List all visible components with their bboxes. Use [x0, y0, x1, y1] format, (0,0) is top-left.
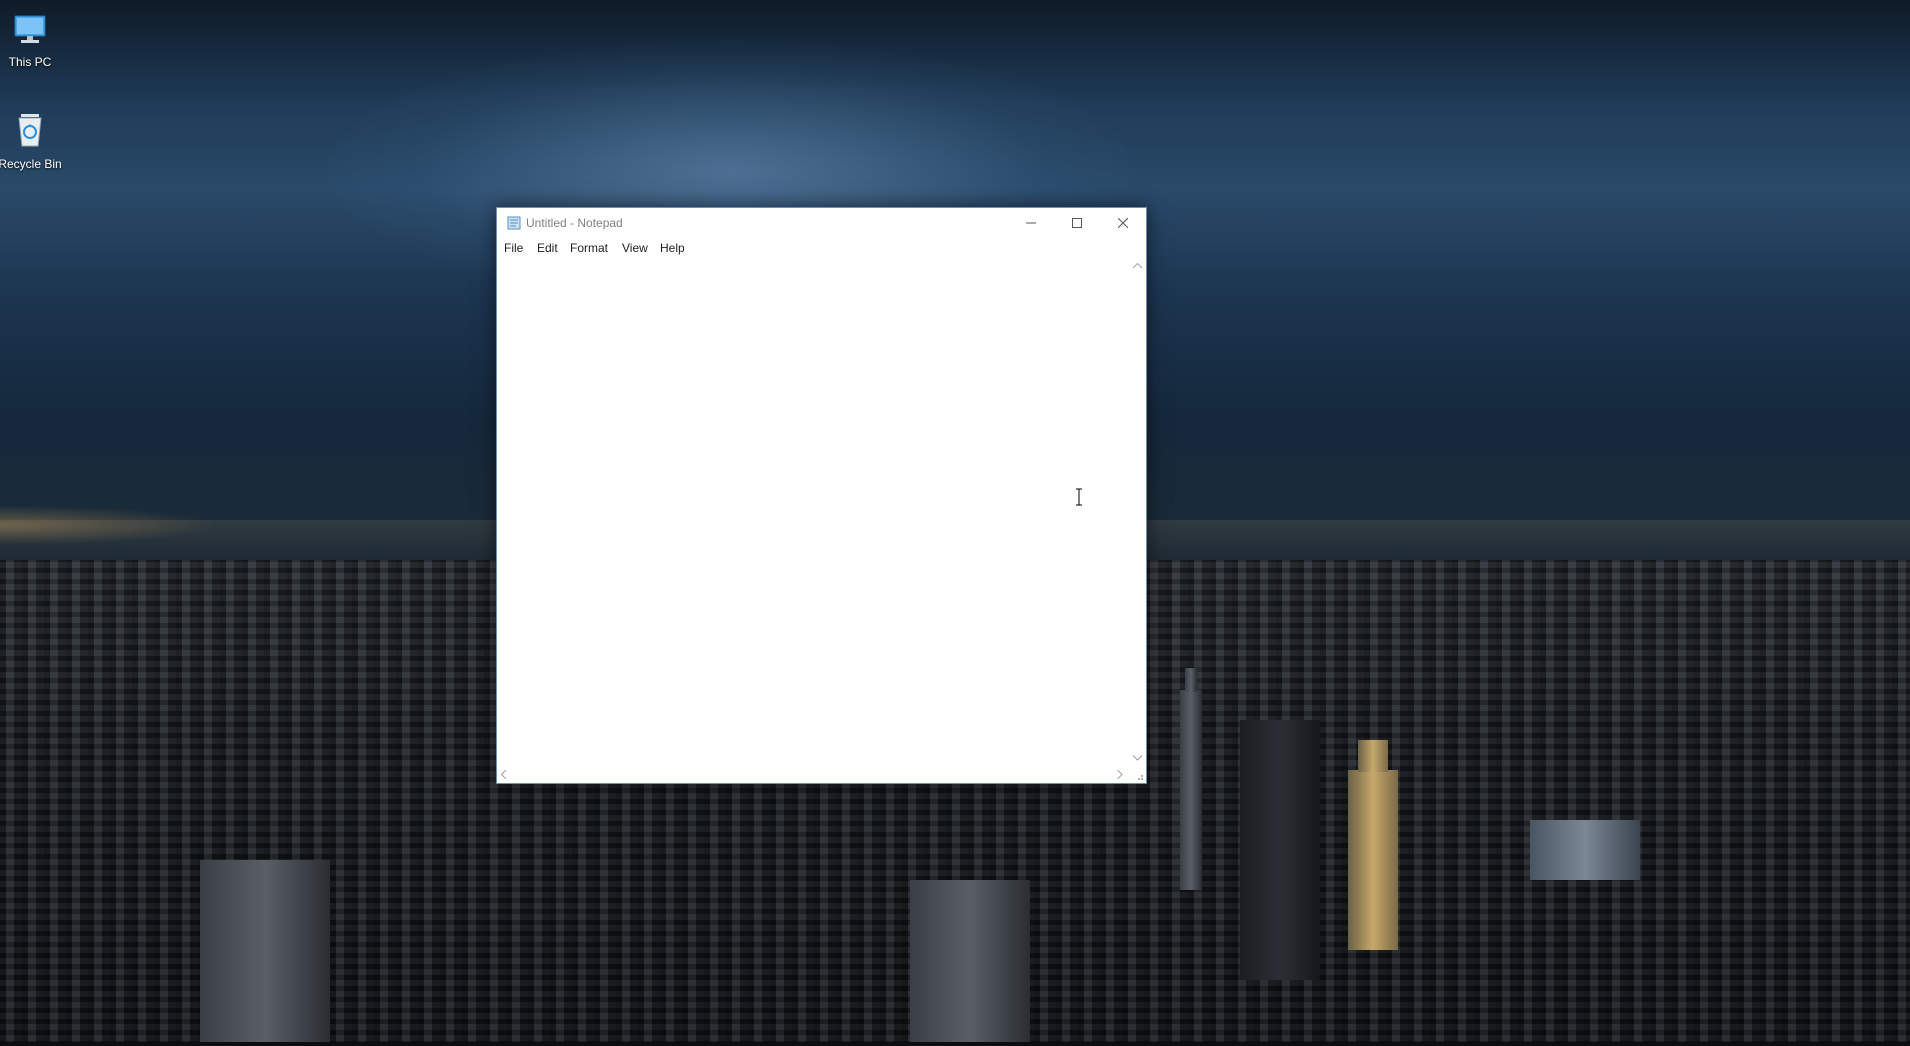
wallpaper-tower — [200, 860, 330, 1046]
computer-icon — [0, 12, 62, 51]
menu-file[interactable]: File — [501, 241, 526, 255]
wallpaper-tower — [1240, 720, 1320, 980]
taskbar-edge — [0, 1042, 1910, 1046]
text-editor[interactable] — [497, 258, 1129, 766]
scroll-down-icon[interactable] — [1132, 754, 1143, 763]
wallpaper-tower — [1185, 668, 1197, 692]
desktop-wallpaper: This PC Recycle Bin Untitled - Notepad F… — [0, 0, 1910, 1046]
menu-format[interactable]: Format — [567, 241, 611, 255]
notepad-app-icon — [507, 216, 521, 230]
minimize-button[interactable] — [1008, 208, 1054, 238]
window-title: Untitled - Notepad — [526, 216, 623, 230]
minimize-icon — [1026, 215, 1036, 231]
title-bar[interactable]: Untitled - Notepad — [497, 208, 1146, 238]
close-button[interactable] — [1100, 208, 1146, 238]
resize-grip[interactable] — [1129, 766, 1146, 783]
scroll-right-icon[interactable] — [1117, 769, 1123, 781]
menu-help[interactable]: Help — [657, 241, 688, 255]
wallpaper-tower — [1358, 740, 1388, 772]
wallpaper-horizon-glow — [0, 505, 220, 545]
close-icon — [1117, 215, 1129, 231]
menu-view[interactable]: View — [619, 241, 651, 255]
vertical-scrollbar[interactable] — [1129, 258, 1146, 766]
maximize-button[interactable] — [1054, 208, 1100, 238]
resize-grip-icon — [1138, 775, 1143, 780]
wallpaper-tower — [910, 880, 1030, 1046]
scroll-left-icon[interactable] — [500, 769, 507, 781]
recycle-bin-icon — [0, 110, 62, 153]
desktop-icon-this-pc[interactable]: This PC — [0, 12, 62, 69]
wallpaper-tower — [1530, 820, 1640, 880]
desktop-icon-label: This PC — [8, 55, 52, 69]
desktop-icon-recycle-bin[interactable]: Recycle Bin — [0, 110, 62, 171]
wallpaper-tower — [1348, 770, 1398, 950]
notepad-window: Untitled - Notepad File Edit Format View… — [496, 207, 1147, 784]
text-cursor-icon — [1074, 488, 1084, 506]
horizontal-scrollbar[interactable] — [497, 766, 1129, 783]
wallpaper-tower — [1180, 690, 1202, 890]
desktop-icon-label: Recycle Bin — [0, 157, 62, 171]
menu-edit[interactable]: Edit — [534, 241, 561, 255]
menu-bar: File Edit Format View Help — [497, 238, 1146, 258]
maximize-icon — [1072, 215, 1082, 231]
scroll-up-icon[interactable] — [1132, 262, 1143, 271]
